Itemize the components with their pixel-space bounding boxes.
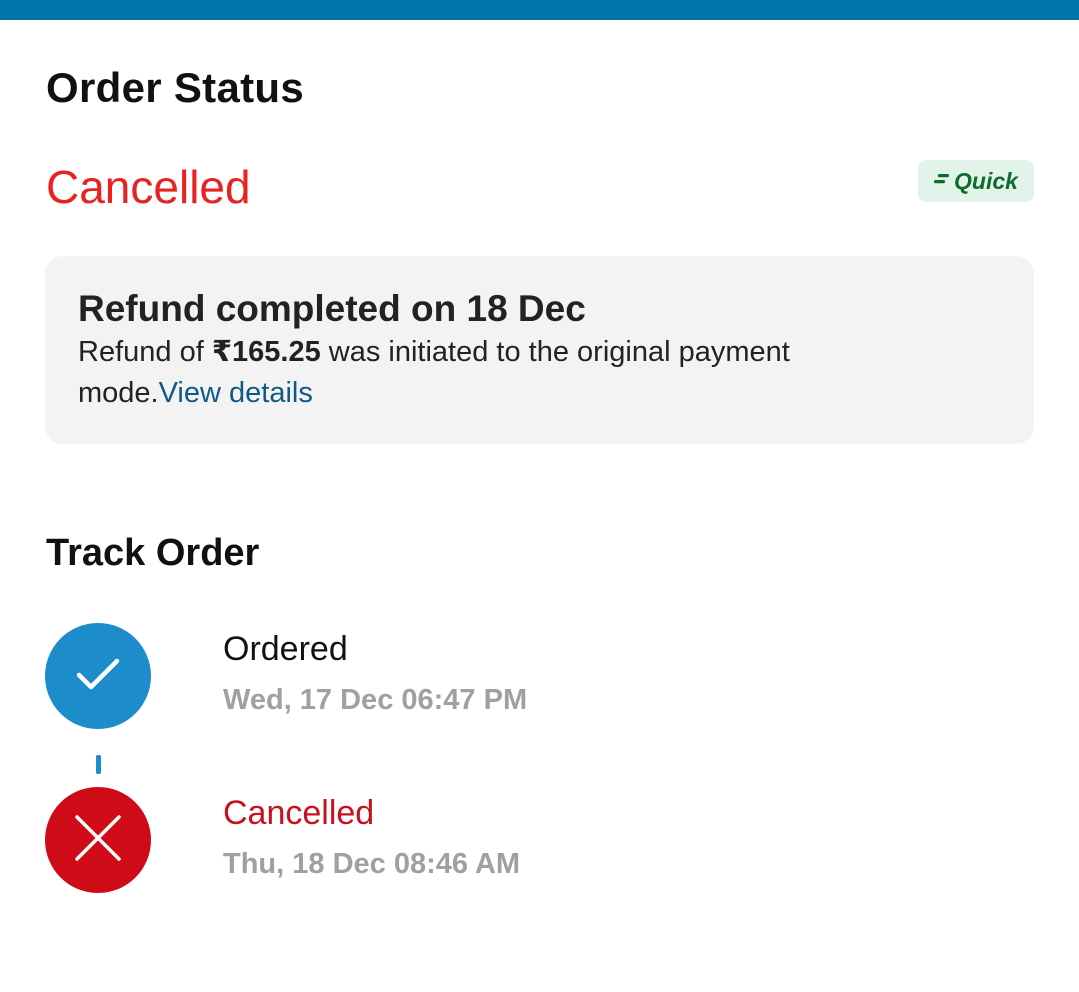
view-details-link[interactable]: View details	[159, 377, 313, 409]
track-order-title: Track Order	[46, 532, 260, 574]
step-ordered-indicator	[45, 623, 151, 729]
step-ordered-label: Ordered	[223, 630, 348, 668]
quick-badge: Quick	[918, 160, 1034, 202]
refund-info-card: Refund completed on 18 Dec Refund of ₹16…	[45, 256, 1034, 444]
quick-badge-label: Quick	[954, 167, 1018, 194]
refund-description: Refund of ₹165.25 was initiated to the o…	[78, 332, 908, 414]
page-title: Order Status	[46, 64, 304, 111]
step-cancelled-label: Cancelled	[223, 794, 375, 832]
order-status-text: Cancelled	[46, 161, 251, 213]
top-status-bar	[0, 0, 1079, 20]
refund-title: Refund completed on 18 Dec	[78, 288, 586, 329]
close-icon	[73, 813, 123, 868]
check-icon	[73, 654, 123, 699]
step-connector	[96, 755, 101, 774]
step-cancelled-indicator	[45, 787, 151, 893]
step-cancelled-time: Thu, 18 Dec 08:46 AM	[223, 848, 521, 880]
step-ordered-time: Wed, 17 Dec 06:47 PM	[223, 684, 528, 716]
refund-amount: ₹165.25	[211, 336, 321, 368]
speed-lines-icon	[934, 172, 950, 190]
refund-text-prefix: Refund of	[78, 336, 212, 368]
